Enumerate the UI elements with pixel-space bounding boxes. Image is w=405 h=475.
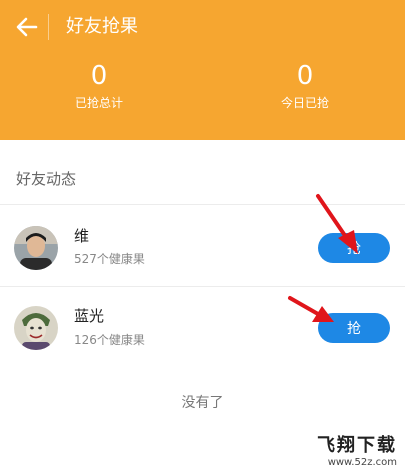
friend-fruit-count: 527个健康果: [74, 252, 145, 266]
watermark-site: www.52z.com: [327, 457, 397, 468]
annotation-arrow-icon: [288, 296, 334, 322]
avatar[interactable]: [14, 226, 58, 270]
friend-row: 蓝光 126个健康果 抢: [0, 288, 405, 368]
annotation-arrow-icon: [316, 194, 358, 254]
stat-today-grabbed: 0 今日已抢: [240, 60, 370, 112]
stat-today-value: 0: [296, 61, 314, 91]
section-gap: [0, 140, 405, 158]
section-title: 好友动态: [16, 170, 77, 188]
end-of-list-text: 没有了: [181, 395, 224, 411]
header-divider: [48, 14, 49, 40]
stat-total-value: 0: [90, 61, 108, 91]
avatar[interactable]: [14, 306, 58, 350]
header-bar: 好友抢果 0 已抢总计 0 今日已抢: [0, 0, 405, 140]
watermark: 飞翔下载 www.52z.com: [317, 435, 397, 469]
back-arrow-icon[interactable]: [14, 14, 40, 40]
stat-today-label: 今日已抢: [280, 96, 329, 110]
watermark-brand: 飞翔下载: [317, 435, 397, 456]
friend-name: 蓝光: [74, 307, 105, 325]
stat-total-label: 已抢总计: [74, 96, 123, 110]
friend-fruit-count: 126个健康果: [74, 333, 145, 347]
page-title: 好友抢果: [66, 16, 138, 37]
stat-total-grabbed: 0 已抢总计: [34, 60, 164, 112]
divider: [0, 286, 405, 287]
friend-name: 维: [74, 227, 90, 245]
